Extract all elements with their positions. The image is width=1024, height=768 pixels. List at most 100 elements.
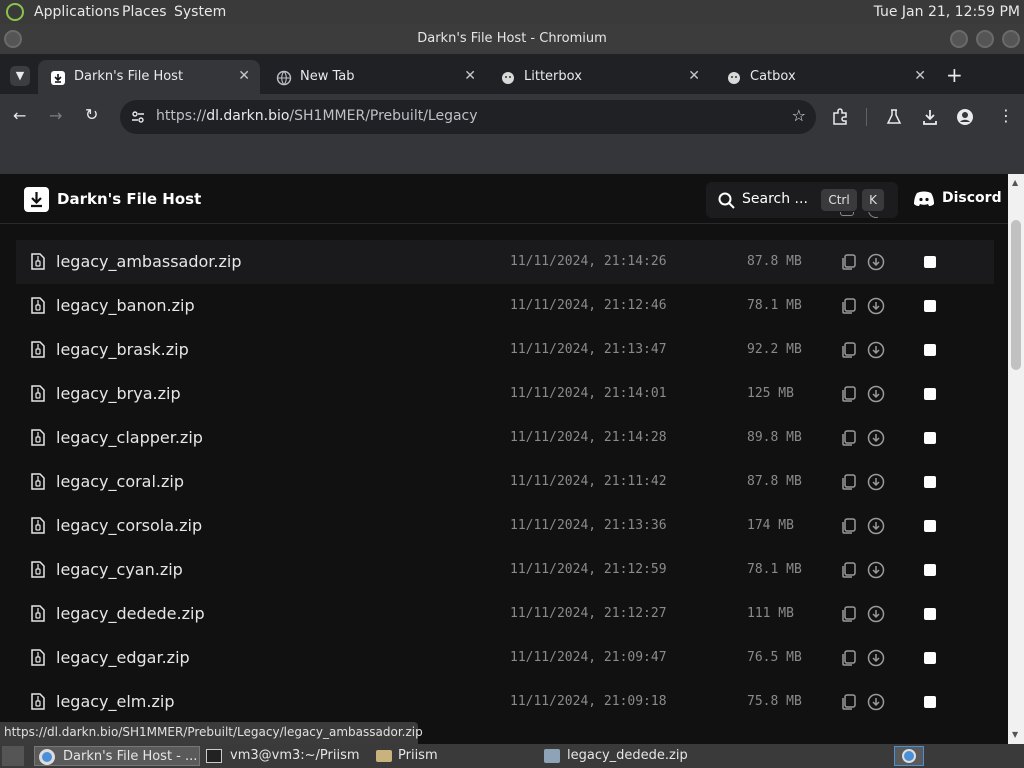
- back-arrow-icon[interactable]: ←: [13, 106, 26, 125]
- close-tab-icon[interactable]: ✕: [238, 68, 250, 84]
- select-checkbox[interactable]: [924, 476, 936, 488]
- file-row[interactable]: legacy_corsola.zip 11/11/2024, 21:13:36 17…: [16, 504, 994, 548]
- address-bar[interactable]: https://dl.darkn.bio/SH1MMER/Prebuilt/Le…: [120, 100, 816, 134]
- applications-menu[interactable]: Applications: [34, 4, 120, 20]
- file-row[interactable]: legacy_brask.zip 11/11/2024, 21:13:47 92.2…: [16, 328, 994, 372]
- download-circle-icon[interactable]: [867, 561, 885, 579]
- copy-link-icon[interactable]: [840, 561, 858, 579]
- copy-link-icon[interactable]: [840, 341, 858, 359]
- download-circle-icon[interactable]: [867, 429, 885, 447]
- tab-search-chevron-icon[interactable]: ▼: [10, 66, 30, 86]
- file-size: 89.8 MB: [747, 430, 802, 445]
- site-title[interactable]: Darkn's File Host: [57, 190, 201, 208]
- copy-link-icon[interactable]: [840, 649, 858, 667]
- select-checkbox[interactable]: [924, 564, 936, 576]
- file-name-link[interactable]: legacy_brask.zip: [56, 340, 189, 359]
- kebab-menu-icon[interactable]: ⋮: [998, 106, 1014, 125]
- download-circle-icon[interactable]: [867, 253, 885, 271]
- task-folder[interactable]: Priism: [374, 746, 534, 766]
- close-tab-icon[interactable]: ✕: [688, 68, 700, 84]
- file-row[interactable]: legacy_elm.zip 11/11/2024, 21:09:18 75.8 M…: [16, 680, 994, 724]
- download-circle-icon[interactable]: [867, 385, 885, 403]
- download-circle-icon[interactable]: [867, 517, 885, 535]
- window-titlebar[interactable]: Darkn's File Host - Chromium: [0, 24, 1024, 54]
- file-name-link[interactable]: legacy_elm.zip: [56, 692, 174, 711]
- copy-link-icon[interactable]: [840, 473, 858, 491]
- file-row[interactable]: legacy_edgar.zip 11/11/2024, 21:09:47 76.5…: [16, 636, 994, 680]
- downloads-icon[interactable]: [921, 108, 939, 126]
- file-row[interactable]: legacy_clapper.zip 11/11/2024, 21:14:28 89…: [16, 416, 994, 460]
- page-scrollbar[interactable]: ▲ ▼: [1008, 174, 1024, 744]
- minimize-button[interactable]: [950, 30, 968, 48]
- select-checkbox[interactable]: [924, 432, 936, 444]
- download-logo-icon[interactable]: [24, 187, 49, 212]
- maximize-button[interactable]: [976, 30, 994, 48]
- task-archive[interactable]: legacy_dedede.zip: [542, 746, 722, 766]
- download-circle-icon[interactable]: [867, 297, 885, 315]
- file-name-link[interactable]: legacy_ambassador.zip: [56, 252, 241, 271]
- select-checkbox[interactable]: [924, 344, 936, 356]
- reload-icon[interactable]: ↻: [85, 105, 98, 124]
- copy-link-icon[interactable]: [840, 429, 858, 447]
- scroll-up-arrow-icon[interactable]: ▲: [1012, 178, 1018, 187]
- file-name-link[interactable]: legacy_coral.zip: [56, 472, 184, 491]
- file-name-link[interactable]: legacy_banon.zip: [56, 296, 195, 315]
- close-tab-icon[interactable]: ✕: [464, 68, 476, 84]
- select-checkbox[interactable]: [924, 256, 936, 268]
- new-tab-plus-icon[interactable]: +: [946, 63, 963, 87]
- select-checkbox[interactable]: [924, 388, 936, 400]
- copy-link-icon[interactable]: [840, 517, 858, 535]
- workspace-switcher[interactable]: [894, 746, 924, 766]
- close-tab-icon[interactable]: ✕: [914, 68, 926, 84]
- file-name-link[interactable]: legacy_corsola.zip: [56, 516, 202, 535]
- file-row[interactable]: legacy_ambassador.zip 11/11/2024, 21:14:2…: [16, 240, 994, 284]
- extensions-puzzle-icon[interactable]: [831, 108, 849, 126]
- task-chromium[interactable]: Darkn's File Host - ...: [34, 746, 200, 766]
- download-circle-icon[interactable]: [867, 473, 885, 491]
- file-row[interactable]: legacy_brya.zip 11/11/2024, 21:14:01 125 M…: [16, 372, 994, 416]
- file-name-link[interactable]: legacy_cyan.zip: [56, 560, 183, 579]
- copy-link-icon[interactable]: [840, 385, 858, 403]
- copy-link-icon[interactable]: [840, 693, 858, 711]
- forward-arrow-icon[interactable]: →: [49, 106, 62, 125]
- file-name-link[interactable]: legacy_edgar.zip: [56, 648, 190, 667]
- select-checkbox[interactable]: [924, 608, 936, 620]
- file-row[interactable]: legacy_cyan.zip 11/11/2024, 21:12:59 78.1 …: [16, 548, 994, 592]
- copy-link-icon[interactable]: [840, 297, 858, 315]
- tab-litterbox[interactable]: Litterbox ✕: [488, 60, 710, 94]
- tab-darkns-file-host[interactable]: Darkn's File Host ✕: [38, 60, 260, 94]
- url-text[interactable]: https://dl.darkn.bio/SH1MMER/Prebuilt/Le…: [156, 108, 478, 124]
- system-menu[interactable]: System: [174, 4, 226, 20]
- download-circle-icon[interactable]: [867, 605, 885, 623]
- file-row[interactable]: legacy_coral.zip 11/11/2024, 21:11:42 87.8…: [16, 460, 994, 504]
- download-circle-icon[interactable]: [867, 649, 885, 667]
- distro-logo-icon[interactable]: [6, 3, 24, 21]
- profile-avatar-icon[interactable]: [956, 108, 974, 126]
- scrollbar-thumb[interactable]: [1011, 220, 1021, 370]
- file-row[interactable]: legacy_banon.zip 11/11/2024, 21:12:46 78.1…: [16, 284, 994, 328]
- tab-catbox[interactable]: Catbox ✕: [714, 60, 936, 94]
- scroll-down-arrow-icon[interactable]: ▼: [1012, 730, 1018, 739]
- file-name-link[interactable]: legacy_brya.zip: [56, 384, 181, 403]
- file-name-link[interactable]: legacy_dedede.zip: [56, 604, 205, 623]
- select-checkbox[interactable]: [924, 520, 936, 532]
- window-menu-button[interactable]: [4, 30, 22, 48]
- show-desktop-icon[interactable]: [2, 746, 24, 766]
- copy-link-icon[interactable]: [840, 605, 858, 623]
- labs-flask-icon[interactable]: [885, 108, 903, 126]
- copy-link-icon[interactable]: [840, 253, 858, 271]
- download-circle-icon[interactable]: [867, 341, 885, 359]
- places-menu[interactable]: Places: [122, 4, 167, 20]
- close-window-button[interactable]: [1002, 30, 1020, 48]
- file-row[interactable]: legacy_dedede.zip 11/11/2024, 21:12:27 111…: [16, 592, 994, 636]
- tab-new-tab[interactable]: New Tab ✕: [264, 60, 486, 94]
- task-terminal[interactable]: vm3@vm3:~/Priism: [204, 746, 364, 766]
- bookmark-star-icon[interactable]: ☆: [792, 106, 806, 125]
- download-circle-icon[interactable]: [867, 693, 885, 711]
- select-checkbox[interactable]: [924, 652, 936, 664]
- site-settings-tune-icon[interactable]: [130, 109, 146, 125]
- select-checkbox[interactable]: [924, 300, 936, 312]
- select-checkbox[interactable]: [924, 696, 936, 708]
- file-name-link[interactable]: legacy_clapper.zip: [56, 428, 203, 447]
- clock[interactable]: Tue Jan 21, 12:59 PM: [874, 4, 1020, 20]
